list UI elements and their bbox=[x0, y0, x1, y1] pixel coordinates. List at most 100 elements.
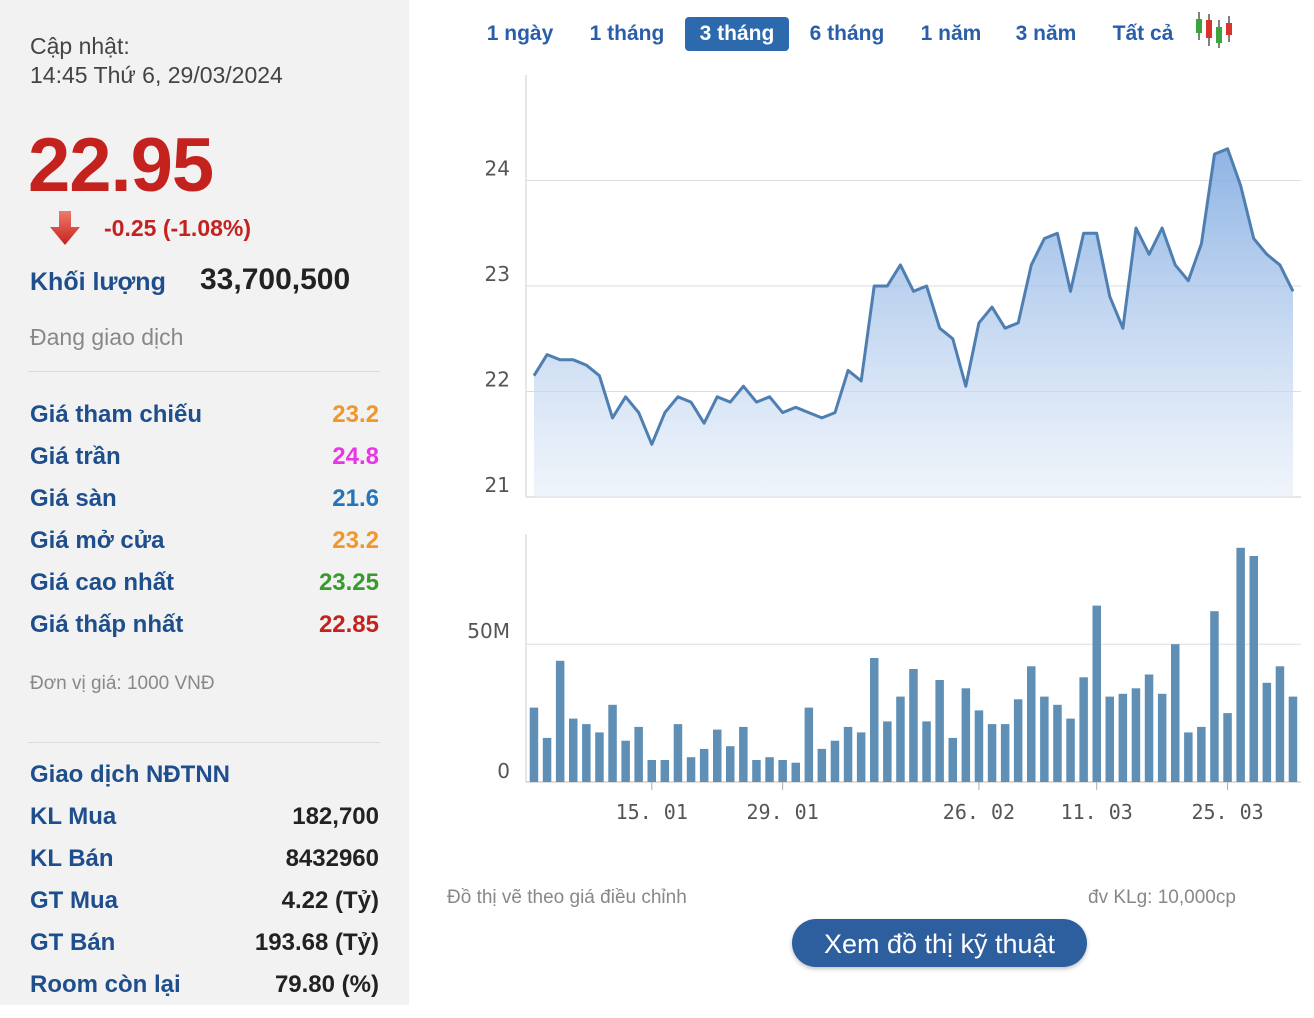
tab-2[interactable]: 3 tháng bbox=[685, 17, 789, 51]
tab-4[interactable]: 1 năm bbox=[907, 17, 995, 51]
volume-bar bbox=[883, 721, 892, 782]
update-label: Cập nhật: bbox=[30, 33, 130, 59]
volume-bar bbox=[843, 726, 853, 782]
foreign-row-label: KL Bán bbox=[30, 845, 114, 872]
volume-bar bbox=[595, 732, 604, 782]
volume-tick-label: 0 bbox=[497, 759, 510, 783]
price-row-value: 24.8 bbox=[332, 443, 379, 470]
candlestick-icon[interactable] bbox=[1192, 10, 1236, 50]
price-row-value: 21.6 bbox=[332, 485, 379, 512]
price-area bbox=[534, 148, 1293, 498]
volume-bar bbox=[1027, 666, 1036, 782]
foreign-row-label: Room còn lại bbox=[30, 971, 181, 998]
volume-bar bbox=[804, 707, 814, 782]
price-row-label: Giá mở cửa bbox=[30, 527, 165, 554]
volume-bar bbox=[948, 737, 957, 782]
volume-bar bbox=[542, 737, 552, 782]
volume-bar bbox=[974, 710, 984, 782]
price-row-label: Giá cao nhất bbox=[30, 569, 175, 596]
trading-status: Đang giao dịch bbox=[30, 324, 184, 350]
foreign-row: KL Bán 8432960 bbox=[30, 845, 379, 873]
price-tick-label: 24 bbox=[485, 157, 510, 181]
volume-bar bbox=[1053, 704, 1062, 782]
volume-bar bbox=[686, 757, 696, 782]
volume-bar bbox=[1000, 724, 1010, 782]
x-tick-label: 29. 01 bbox=[747, 800, 819, 824]
price-row-label: Giá tham chiếu bbox=[30, 401, 203, 428]
price-row: Giá thấp nhất 22.85 bbox=[30, 611, 379, 639]
x-tick-label: 25. 03 bbox=[1191, 800, 1263, 824]
x-tick-label: 26. 02 bbox=[943, 800, 1015, 824]
foreign-row-value: 79.80 (%) bbox=[274, 971, 379, 998]
unit-note: Đơn vị giá: 1000 VNĐ bbox=[30, 673, 215, 694]
volume-bar bbox=[1210, 611, 1219, 782]
volume-bar bbox=[935, 680, 944, 782]
volume-bar bbox=[1131, 688, 1141, 782]
volume-bar bbox=[791, 762, 800, 782]
current-price: 22.95 bbox=[28, 123, 214, 208]
price-tick-label: 22 bbox=[485, 368, 510, 392]
volume-bar bbox=[529, 707, 539, 782]
tab-5[interactable]: 3 năm bbox=[1002, 17, 1090, 51]
volume-bar bbox=[739, 726, 748, 782]
price-volume-chart: 24 23 22 21 50M 0 15. 01 29. 01 26. 02 11. 03 25. … bbox=[467, 75, 1301, 824]
foreign-row-label: GT Mua bbox=[30, 887, 118, 914]
price-change: -0.25 (-1.08%) bbox=[104, 215, 252, 241]
volume-bar bbox=[1288, 696, 1298, 782]
divider bbox=[28, 371, 380, 372]
volume-bar bbox=[1171, 644, 1180, 782]
price-row-label: Giá sàn bbox=[30, 485, 117, 512]
down-arrow-icon bbox=[50, 211, 80, 245]
technical-chart-button[interactable]: Xem đồ thị kỹ thuật bbox=[792, 919, 1087, 967]
tab-3[interactable]: 6 tháng bbox=[795, 17, 899, 51]
quote-panel: Cập nhật: 14:45 Thứ 6, 29/03/2024 22.95 … bbox=[0, 0, 409, 1005]
volume-bar bbox=[817, 748, 827, 782]
volume-bar bbox=[1040, 696, 1049, 782]
price-row-value: 22.85 bbox=[318, 611, 379, 638]
volume-bar bbox=[1223, 713, 1232, 782]
volume-bar bbox=[1236, 547, 1245, 782]
volume-bar bbox=[752, 760, 761, 782]
price-row: Giá sàn 21.6 bbox=[30, 485, 379, 513]
volume-bar bbox=[713, 729, 722, 782]
volume-bar bbox=[870, 658, 879, 782]
volume-bar bbox=[896, 696, 905, 782]
volume-bar bbox=[726, 746, 735, 782]
volume-bar bbox=[1092, 605, 1101, 782]
volume-bar bbox=[830, 740, 840, 782]
price-row: Giá mở cửa 23.2 bbox=[30, 527, 379, 555]
volume-bar bbox=[1184, 732, 1193, 782]
tab-6[interactable]: Tất cả bbox=[1098, 17, 1188, 51]
price-row-label: Giá trần bbox=[30, 443, 121, 470]
volume-bar bbox=[1262, 682, 1272, 782]
volume-bar bbox=[909, 669, 918, 782]
foreign-row: KL Mua 182,700 bbox=[30, 803, 379, 831]
price-tick-label: 21 bbox=[485, 473, 510, 497]
volume-unit-note: đv KLg: 10,000cp bbox=[1088, 887, 1236, 908]
foreign-row-label: KL Mua bbox=[30, 803, 117, 830]
foreign-row-label: GT Bán bbox=[30, 929, 116, 956]
volume-bar bbox=[660, 760, 670, 782]
volume-bar bbox=[961, 688, 971, 782]
volume-bar bbox=[922, 721, 931, 782]
volume-bar bbox=[1144, 674, 1154, 782]
foreign-row-value: 193.68 (Tỷ) bbox=[254, 929, 379, 956]
volume-bar bbox=[1197, 726, 1206, 782]
tab-0[interactable]: 1 ngày bbox=[470, 17, 570, 51]
volume-bar bbox=[765, 757, 774, 782]
volume-label: Khối lượng bbox=[30, 268, 166, 296]
x-tick-label: 15. 01 bbox=[616, 800, 688, 824]
price-row: Giá tham chiếu 23.2 bbox=[30, 401, 379, 429]
volume-bar bbox=[1249, 556, 1258, 782]
price-tick-label: 23 bbox=[485, 262, 510, 286]
volume-bar bbox=[673, 724, 683, 782]
volume-bar bbox=[1079, 677, 1088, 782]
foreign-row: Room còn lại 79.80 (%) bbox=[30, 971, 379, 999]
divider bbox=[28, 742, 380, 743]
foreign-row-value: 182,700 bbox=[292, 803, 379, 830]
tab-1[interactable]: 1 tháng bbox=[573, 17, 681, 51]
volume-bar bbox=[555, 660, 565, 782]
foreign-row: GT Bán 193.68 (Tỷ) bbox=[30, 929, 379, 957]
price-row-value: 23.25 bbox=[318, 569, 379, 596]
volume-bar bbox=[1013, 699, 1023, 782]
